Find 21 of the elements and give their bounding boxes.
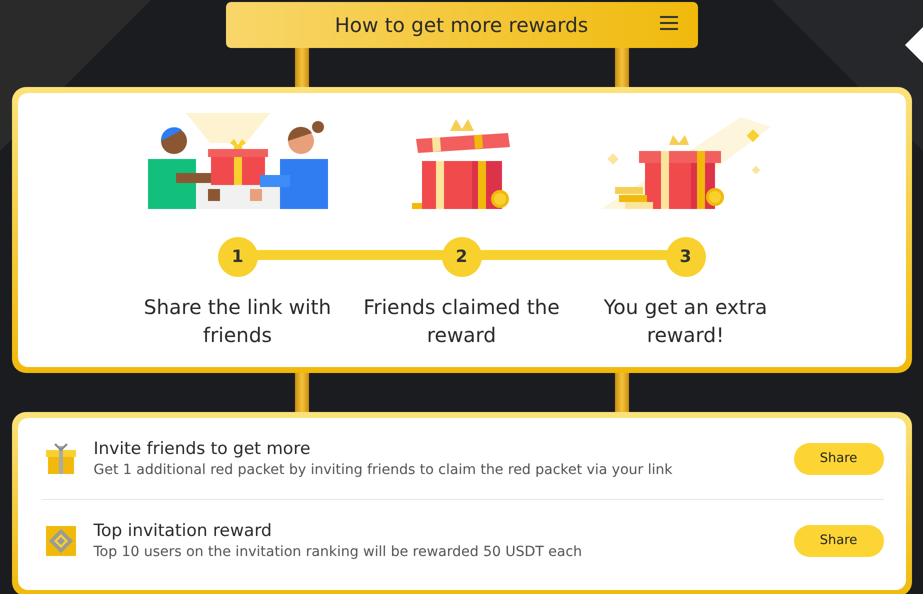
post — [614, 48, 628, 87]
menu-icon[interactable] — [660, 16, 678, 30]
task-title: Invite friends to get more — [94, 439, 312, 459]
step-label: Share the link with friends — [142, 294, 332, 349]
post — [294, 48, 308, 87]
share-button[interactable]: Share — [794, 442, 884, 474]
share-button[interactable]: Share — [794, 524, 884, 556]
task-title: Top invitation reward — [94, 521, 273, 541]
step-label: You get an extra reward! — [602, 294, 768, 349]
gift-icon — [44, 442, 78, 476]
diamond-emblem-icon — [46, 526, 76, 556]
step-number: 2 — [442, 237, 482, 277]
header-title: How to get more rewards — [334, 13, 588, 37]
post — [614, 373, 628, 412]
task-description: Get 1 additional red packet by inviting friends to claim the red packet via your link — [94, 462, 674, 478]
triangle-icon — [905, 27, 923, 63]
step-number: 1 — [218, 237, 258, 277]
task-description: Top 10 users on the invitation ranking will be rewarded 50 USDT each — [94, 544, 584, 560]
step-label: Friends claimed the reward — [362, 294, 561, 349]
step-number: 3 — [666, 237, 706, 277]
post — [294, 373, 308, 412]
